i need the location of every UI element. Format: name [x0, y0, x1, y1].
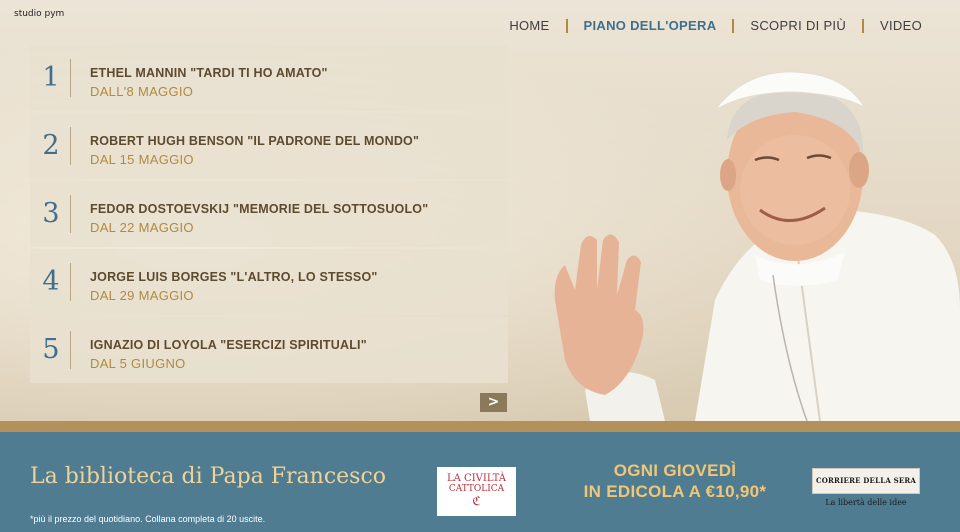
- divider: [70, 195, 71, 233]
- book-row-2[interactable]: 2 ROBERT HUGH BENSON "IL PADRONE DEL MON…: [30, 113, 508, 179]
- book-title: FEDOR DOSTOEVSKIJ "MEMORIE DEL SOTTOSUOL…: [90, 202, 429, 216]
- book-date: DALL'8 MAGGIO: [90, 84, 194, 99]
- brand-logo[interactable]: studio pym: [14, 9, 64, 19]
- pope-portrait-image: [554, 71, 960, 421]
- nav-piano-opera[interactable]: PIANO DELL'OPERA: [584, 18, 717, 33]
- promo-line-1: OGNI GIOVEDÌ: [613, 461, 737, 480]
- civilta-emblem-icon: ℭ: [472, 494, 481, 508]
- nav-separator: [732, 18, 735, 33]
- footer-banner: La biblioteca di Papa Francesco *più il …: [0, 432, 960, 532]
- book-number: 1: [42, 62, 60, 93]
- main-nav: HOME PIANO DELL'OPERA SCOPRI DI PIÙ VIDE…: [509, 18, 922, 33]
- divider: [70, 331, 71, 369]
- book-date: DAL 5 GIUGNO: [90, 356, 186, 371]
- promo-text: OGNI GIOVEDÌ IN EDICOLA A €10,90*: [556, 460, 794, 502]
- book-number: 3: [42, 198, 60, 229]
- divider: [70, 263, 71, 301]
- book-number: 2: [42, 130, 60, 161]
- divider: [70, 59, 71, 97]
- book-row-3[interactable]: 3 FEDOR DOSTOEVSKIJ "MEMORIE DEL SOTTOSU…: [30, 181, 508, 247]
- civilta-cattolica-logo[interactable]: LA CIVILTÀ CATTOLICA ℭ: [437, 467, 516, 516]
- corriere-tagline: La libertà delle idee: [825, 498, 907, 507]
- civilta-logo-line1: LA CIVILTÀ: [447, 473, 506, 484]
- promo-line-2: IN EDICOLA A €10,90*: [583, 482, 767, 501]
- book-number: 5: [42, 334, 60, 365]
- next-arrow-icon[interactable]: >: [480, 393, 507, 412]
- book-list: 1 ETHEL MANNIN "TARDI TI HO AMATO" DALL'…: [30, 45, 508, 385]
- civilta-logo-line2: CATTOLICA: [448, 484, 505, 494]
- book-number: 4: [42, 266, 60, 297]
- nav-home[interactable]: HOME: [509, 18, 549, 33]
- book-date: DAL 15 MAGGIO: [90, 152, 194, 167]
- nav-separator: [565, 18, 568, 33]
- book-row-4[interactable]: 4 JORGE LUIS BORGES "L'ALTRO, LO STESSO"…: [30, 249, 508, 315]
- book-title: ETHEL MANNIN "TARDI TI HO AMATO": [90, 66, 328, 80]
- corriere-masthead: CORRIERE DELLA SERA: [812, 468, 920, 494]
- corriere-della-sera-logo[interactable]: CORRIERE DELLA SERA La libertà delle ide…: [812, 468, 920, 512]
- nav-video[interactable]: VIDEO: [880, 18, 922, 33]
- divider: [70, 127, 71, 165]
- book-row-5[interactable]: 5 IGNAZIO DI LOYOLA "ESERCIZI SPIRITUALI…: [30, 317, 508, 383]
- nav-separator: [862, 18, 865, 33]
- nav-scopri[interactable]: SCOPRI DI PIÙ: [750, 18, 846, 33]
- footnote: *più il prezzo del quotidiano. Collana c…: [30, 514, 266, 524]
- collection-title: La biblioteca di Papa Francesco: [30, 464, 387, 489]
- book-row-1[interactable]: 1 ETHEL MANNIN "TARDI TI HO AMATO" DALL'…: [30, 45, 508, 111]
- book-title: IGNAZIO DI LOYOLA "ESERCIZI SPIRITUALI": [90, 338, 367, 352]
- book-title: ROBERT HUGH BENSON "IL PADRONE DEL MONDO…: [90, 134, 420, 148]
- book-date: DAL 22 MAGGIO: [90, 220, 194, 235]
- book-title: JORGE LUIS BORGES "L'ALTRO, LO STESSO": [90, 270, 378, 284]
- book-date: DAL 29 MAGGIO: [90, 288, 194, 303]
- hero-section: studio pym HOME PIANO DELL'OPERA SCOPRI …: [0, 0, 960, 421]
- gold-divider: [0, 421, 960, 432]
